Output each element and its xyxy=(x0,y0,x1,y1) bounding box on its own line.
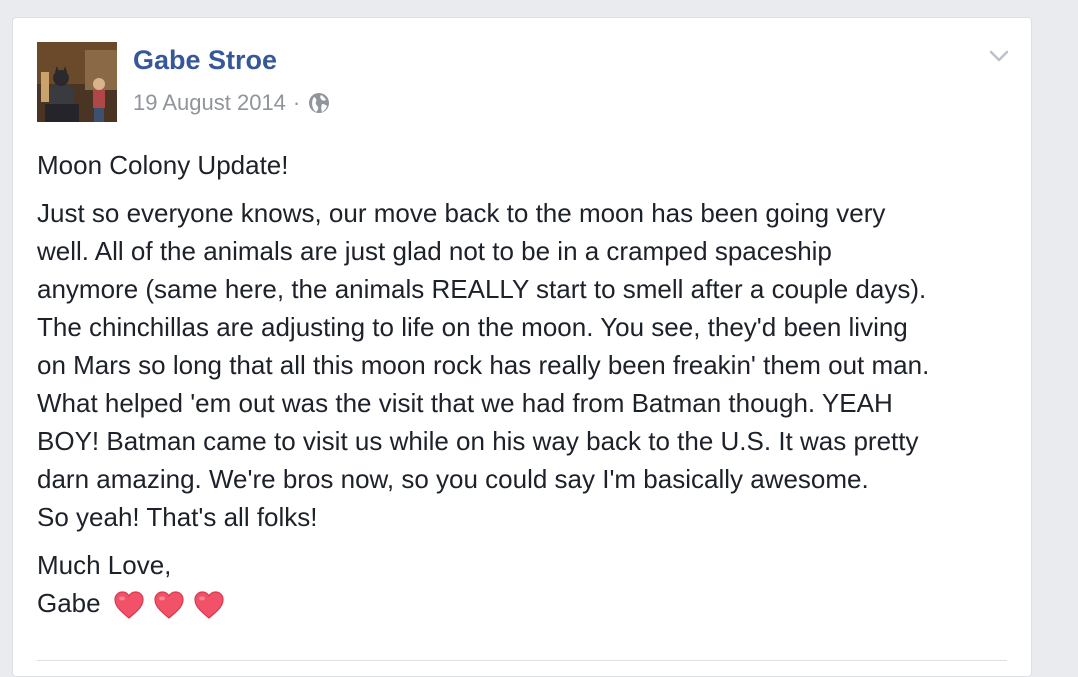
heart-emoji-icon xyxy=(114,591,144,619)
meta-separator: · xyxy=(292,90,301,115)
heart-emoji-icon xyxy=(194,591,224,619)
hearts-group xyxy=(112,589,226,621)
sign-off-text: Much Love, xyxy=(37,550,172,580)
post-divider xyxy=(37,660,1007,661)
globe-icon[interactable] xyxy=(308,92,330,114)
heart-emoji-icon xyxy=(154,591,184,619)
post-card: Gabe Stroe 19 August 2014 · Moon Colony … xyxy=(12,17,1032,677)
post-signoff-paragraph: Much Love, Gabe xyxy=(37,546,1017,622)
body-line: anymore (same here, the animals REALLY s… xyxy=(37,274,927,304)
body-line: What helped 'em out was the visit that w… xyxy=(37,388,893,418)
body-line: well. All of the animals are just glad n… xyxy=(37,236,832,266)
post-title-line: Moon Colony Update! xyxy=(37,150,289,180)
avatar[interactable] xyxy=(37,42,117,122)
body-line: on Mars so long that all this moon rock … xyxy=(37,350,930,380)
avatar-photo xyxy=(37,42,117,122)
body-line: darn amazing. We're bros now, so you cou… xyxy=(37,464,869,494)
chevron-down-icon[interactable] xyxy=(987,46,1011,66)
author-name-link[interactable]: Gabe Stroe xyxy=(133,45,277,76)
post-body-paragraph: Just so everyone knows, our move back to… xyxy=(37,194,1017,536)
body-line: So yeah! That's all folks! xyxy=(37,502,318,532)
post-content: Moon Colony Update! Just so everyone kno… xyxy=(37,146,1017,622)
body-line: Just so everyone knows, our move back to… xyxy=(37,198,886,228)
post-meta: 19 August 2014 · xyxy=(133,90,330,116)
body-line: BOY! Batman came to visit us while on hi… xyxy=(37,426,919,456)
signature-text: Gabe xyxy=(37,588,101,618)
body-line: The chinchillas are adjusting to life on… xyxy=(37,312,908,342)
post-date-link[interactable]: 19 August 2014 xyxy=(133,90,286,116)
